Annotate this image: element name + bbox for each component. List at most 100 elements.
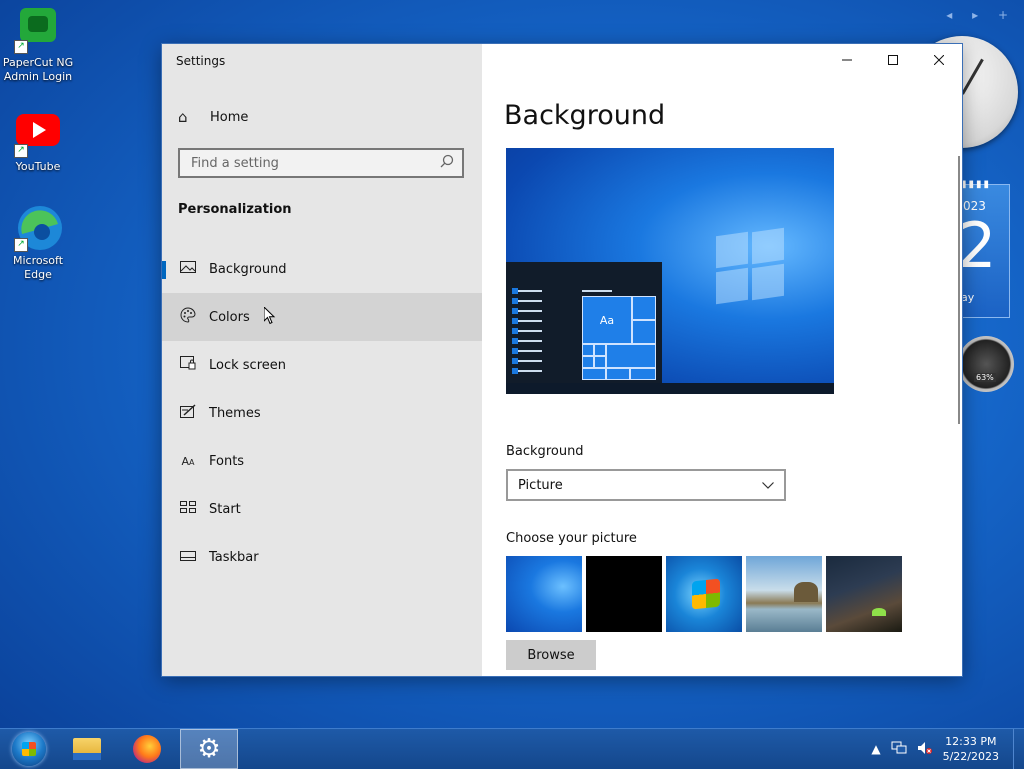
nav-home[interactable]: ⌂ Home: [162, 102, 482, 132]
shortcut-arrow-icon: ↗: [14, 238, 28, 252]
taskbar: ⚙ ▲ 12:33 PM 5/22/2023: [0, 728, 1024, 769]
chevron-down-icon: [762, 478, 774, 492]
preview-app-list: [512, 290, 542, 380]
sidebar-item-start[interactable]: Start: [162, 485, 482, 533]
taskbar-date: 5/22/2023: [942, 750, 999, 763]
picture-thumbnail[interactable]: [586, 556, 662, 632]
picture-thumbnail[interactable]: [826, 556, 902, 632]
taskbar-file-explorer[interactable]: [58, 729, 116, 769]
search-input[interactable]: [189, 154, 433, 172]
settings-sidebar: Settings ⌂ Home Personalization Backgrou…: [162, 44, 482, 676]
sidebar-item-label: Themes: [209, 405, 261, 421]
fonts-icon: AA: [181, 454, 195, 468]
cpu-meter-gadget[interactable]: 63%: [958, 336, 1014, 392]
preview-tile: [582, 368, 606, 380]
picture-thumbnail[interactable]: [506, 556, 582, 632]
tent-glow: [872, 608, 886, 616]
scrollbar[interactable]: [958, 156, 960, 424]
nav-home-label: Home: [210, 109, 249, 125]
sidebar-item-label: Background: [209, 261, 287, 277]
sidebar-item-fonts[interactable]: AA Fonts: [162, 437, 482, 485]
show-hidden-icons-icon[interactable]: ▲: [871, 742, 880, 756]
meter-value: 63%: [974, 373, 996, 382]
mouse-cursor-icon: [264, 307, 276, 325]
desktop-icon-label: Edge: [24, 268, 52, 281]
settings-main: Background Aa Background Picture Choose …: [482, 44, 962, 676]
sidebar-item-lock-screen[interactable]: Lock screen: [162, 341, 482, 389]
sidebar-item-background[interactable]: Background: [162, 245, 482, 293]
taskbar-time: 12:33 PM: [945, 735, 997, 748]
clock-hand: [961, 58, 984, 95]
taskbar-icon: [178, 550, 198, 565]
gear-icon: ⚙: [197, 734, 221, 764]
windows-logo-icon: [716, 227, 788, 306]
taskbar-firefox[interactable]: [118, 729, 176, 769]
preview-tile: [632, 296, 656, 320]
start-orb-icon: [12, 732, 46, 766]
sidebar-item-label: Colors: [209, 309, 250, 325]
volume-muted-icon[interactable]: [917, 741, 933, 758]
desktop-icon-label: PaperCut NG: [2, 56, 74, 69]
choose-picture-label: Choose your picture: [506, 531, 637, 546]
preview-tile: [630, 368, 656, 380]
background-preview: Aa: [506, 148, 834, 394]
sidebar-item-label: Lock screen: [209, 357, 286, 373]
settings-window: Settings ⌂ Home Personalization Backgrou…: [162, 44, 962, 676]
desktop-icon-edge[interactable]: ↗ Microsoft Edge: [0, 204, 76, 282]
youtube-icon: ↗: [14, 110, 62, 158]
minimize-button[interactable]: [824, 44, 870, 76]
preview-tile: [606, 368, 630, 380]
themes-icon: [178, 404, 198, 422]
start-button[interactable]: [0, 729, 58, 769]
preview-tile: [594, 356, 606, 368]
picture-icon: [178, 261, 198, 277]
preview-tile: [594, 344, 606, 356]
sidebar-item-colors[interactable]: Colors: [162, 293, 482, 341]
close-button[interactable]: [916, 44, 962, 76]
minimize-icon: [842, 59, 852, 61]
papercut-icon: ↗: [14, 6, 62, 54]
preview-tile: [582, 344, 594, 356]
windows-7-logo-icon: [692, 578, 720, 610]
sidebar-item-themes[interactable]: Themes: [162, 389, 482, 437]
page-title: Background: [504, 100, 666, 131]
preview-tile-aa: Aa: [582, 296, 632, 344]
lock-screen-icon: [178, 356, 198, 374]
picture-thumbnails: [506, 556, 906, 632]
dropdown-value: Picture: [518, 477, 563, 493]
sidebar-item-taskbar[interactable]: Taskbar: [162, 533, 482, 581]
maximize-icon: [888, 55, 898, 65]
taskbar-settings[interactable]: ⚙: [180, 729, 238, 769]
rock-formation: [794, 582, 818, 602]
desktop-icon-label: YouTube: [15, 160, 61, 173]
window-title: Settings: [176, 54, 226, 68]
close-icon: [934, 55, 944, 65]
picture-thumbnail[interactable]: [666, 556, 742, 632]
system-tray: ▲ 12:33 PM 5/22/2023: [871, 729, 1024, 769]
nav-list: Background Colors Lock screen Themes AA …: [162, 245, 482, 581]
search-box[interactable]: [178, 148, 464, 178]
desktop-icon-youtube[interactable]: ↗ YouTube: [0, 110, 76, 174]
home-icon: ⌂: [178, 108, 188, 126]
network-icon[interactable]: [891, 741, 907, 758]
folder-icon: [73, 738, 101, 760]
taskbar-clock[interactable]: 12:33 PM 5/22/2023: [943, 734, 999, 764]
desktop-icon-label: Admin Login: [3, 70, 73, 83]
sidebar-item-label: Start: [209, 501, 241, 517]
maximize-button[interactable]: [870, 44, 916, 76]
show-desktop-button[interactable]: [1013, 729, 1024, 769]
title-bar-buttons: [824, 44, 962, 76]
browse-button[interactable]: Browse: [506, 640, 596, 670]
preview-tile: [582, 356, 594, 368]
background-dropdown[interactable]: Picture: [506, 469, 786, 501]
search-icon[interactable]: [440, 154, 454, 172]
gadget-controls[interactable]: ◂ ▸ +: [946, 8, 1016, 22]
picture-thumbnail[interactable]: [746, 556, 822, 632]
calendar-weekday: ay: [961, 291, 975, 304]
section-title: Personalization: [178, 202, 292, 217]
desktop-icon-label: Microsoft: [12, 254, 64, 267]
calendar-day: 2: [957, 209, 997, 282]
background-label: Background: [506, 444, 584, 459]
edge-icon: ↗: [14, 204, 62, 252]
desktop-icon-papercut[interactable]: ↗ PaperCut NG Admin Login: [0, 6, 76, 84]
